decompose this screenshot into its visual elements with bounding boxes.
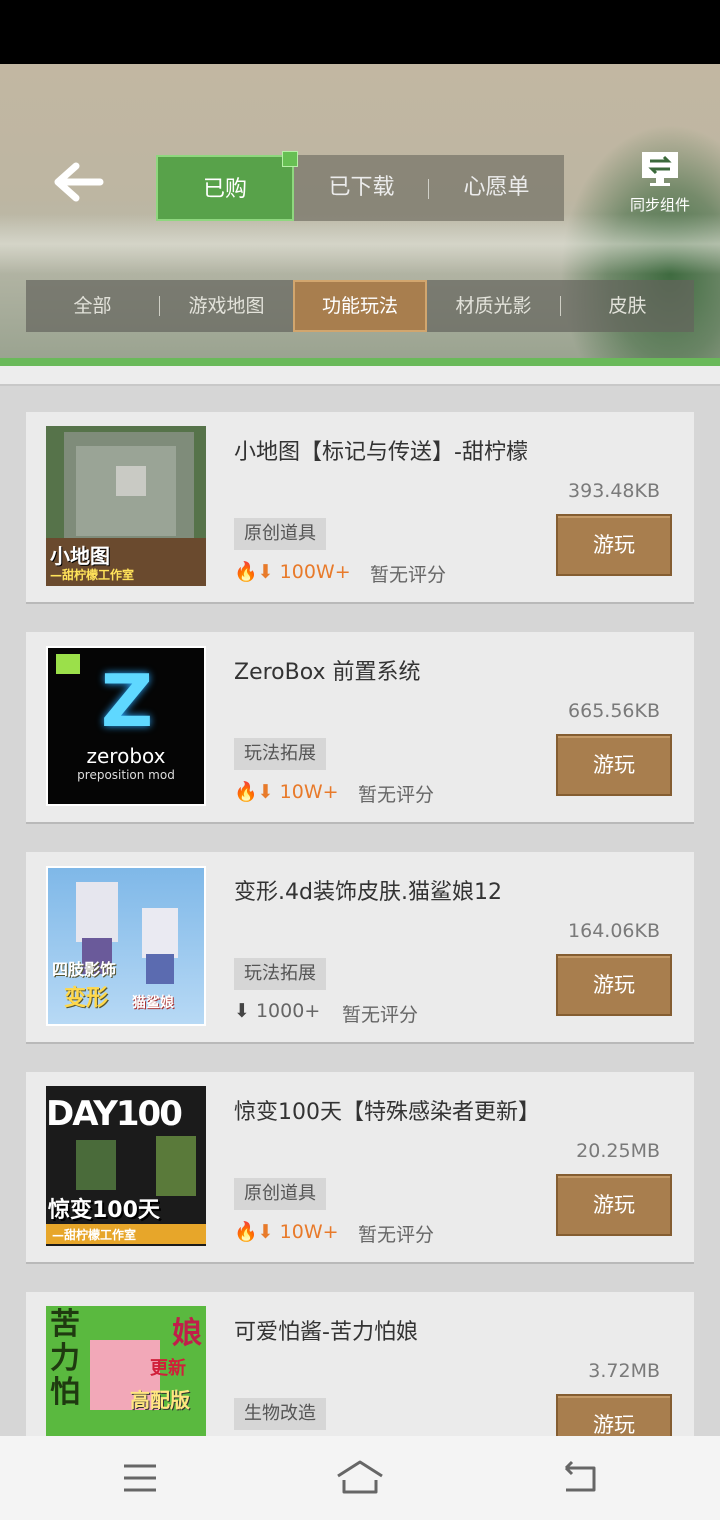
item-title: 变形.4d装饰皮肤.猫鲨娘12 (234, 880, 502, 905)
list-item[interactable]: 四肢影饰 变形 猫鲨娘 变形.4d装饰皮肤.猫鲨娘12 164.06KB 玩法拓… (26, 852, 694, 1042)
subtab-all[interactable]: 全部 (26, 280, 159, 332)
subtab-gameplay[interactable]: 功能玩法 (293, 280, 427, 332)
download-count: ⬇ 1000+ (234, 1000, 321, 1022)
item-title: 惊变100天【特殊感染者更新】 (234, 1100, 540, 1125)
header-divider (0, 358, 720, 366)
play-button[interactable]: 游玩 (556, 1174, 672, 1236)
download-arrow-icon: ⬇ (257, 561, 274, 583)
item-size: 393.48KB (568, 480, 660, 502)
home-button[interactable] (330, 1456, 390, 1500)
sync-components-button[interactable]: 同步组件 (620, 150, 700, 220)
subtab-skins[interactable]: 皮肤 (561, 280, 694, 332)
download-count: 🔥⬇ 10W+ (234, 1221, 339, 1243)
item-rating: 暂无评分 (370, 564, 447, 586)
subtab-textures[interactable]: 材质光影 (427, 280, 560, 332)
list-item[interactable]: DAY100 惊变100天 —甜柠檬工作室 惊变100天【特殊感染者更新】 20… (26, 1072, 694, 1262)
play-button[interactable]: 游玩 (556, 954, 672, 1016)
item-size: 164.06KB (568, 920, 660, 942)
menu-button[interactable] (110, 1456, 170, 1500)
header-bottom-bar (0, 366, 720, 386)
item-rating: 暂无评分 (342, 1004, 419, 1026)
fire-icon: 🔥 (234, 561, 258, 583)
home-icon (337, 1460, 383, 1494)
category-tabs: 全部 游戏地图 功能玩法 材质光影 皮肤 (26, 280, 694, 332)
download-count: 🔥⬇ 100W+ (234, 561, 351, 583)
item-thumbnail: Z zerobox preposition mod (46, 646, 206, 806)
fire-icon: 🔥 (234, 781, 258, 803)
sync-label: 同步组件 (629, 196, 690, 214)
item-title: ZeroBox 前置系统 (234, 660, 421, 685)
item-thumbnail: 四肢影饰 变形 猫鲨娘 (46, 866, 206, 1026)
back-nav-button[interactable] (550, 1456, 610, 1500)
download-arrow-icon: ⬇ (257, 781, 274, 803)
system-nav-bar (0, 1436, 720, 1520)
item-rating: 暂无评分 (358, 784, 435, 806)
download-arrow-icon: ⬇ (234, 1000, 250, 1022)
item-rating: 暂无评分 (358, 1224, 435, 1246)
item-tag: 生物改造 (234, 1398, 326, 1430)
play-button[interactable]: 游玩 (556, 514, 672, 576)
item-size: 665.56KB (568, 700, 660, 722)
download-arrow-icon: ⬇ (257, 1221, 274, 1243)
item-size: 20.25MB (576, 1140, 660, 1162)
fire-icon: 🔥 (234, 1221, 258, 1243)
play-button[interactable]: 游玩 (556, 734, 672, 796)
item-thumbnail: 小地图 —甜柠檬工作室 (46, 426, 206, 586)
item-title: 小地图【标记与传送】-甜柠檬 (234, 440, 528, 465)
tab-purchased[interactable]: 已购 (156, 151, 298, 221)
download-count: 🔥⬇ 10W+ (234, 781, 339, 803)
item-tag: 玩法拓展 (234, 738, 326, 770)
item-tag: 原创道具 (234, 518, 326, 550)
status-bar (0, 0, 720, 64)
item-tag: 原创道具 (234, 1178, 326, 1210)
item-thumbnail: DAY100 惊变100天 —甜柠檬工作室 (46, 1086, 206, 1246)
top-tabs: 已购 已下载 心愿单 (156, 151, 564, 221)
arrow-left-icon (54, 162, 104, 202)
back-button[interactable] (52, 160, 108, 204)
menu-icon (124, 1464, 156, 1492)
item-size: 3.72MB (588, 1360, 660, 1382)
tab-downloaded[interactable]: 已下载 (294, 155, 429, 221)
item-tag: 玩法拓展 (234, 958, 326, 990)
list-item[interactable]: Z zerobox preposition mod ZeroBox 前置系统 6… (26, 632, 694, 822)
item-title: 可爱怕酱-苦力怕娘 (234, 1320, 418, 1345)
list-item[interactable]: 小地图 —甜柠檬工作室 小地图【标记与传送】-甜柠檬 393.48KB 原创道具… (26, 412, 694, 602)
back-nav-icon (564, 1460, 596, 1492)
sync-monitor-icon (642, 152, 678, 186)
subtab-game-maps[interactable]: 游戏地图 (160, 280, 293, 332)
tab-wishlist[interactable]: 心愿单 (429, 155, 564, 221)
